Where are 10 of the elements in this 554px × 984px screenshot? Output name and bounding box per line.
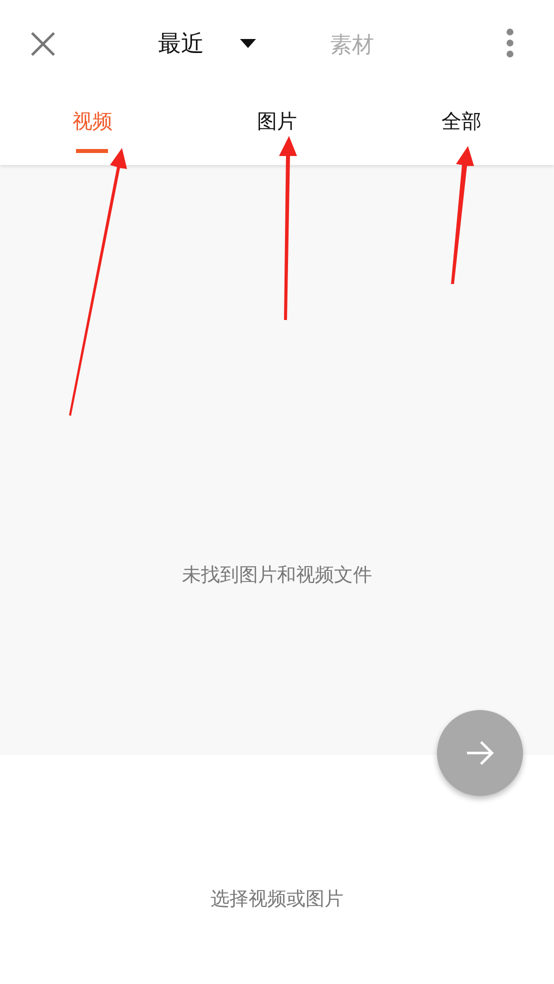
tab-indicator <box>76 149 108 153</box>
empty-message: 未找到图片和视频文件 <box>182 563 372 586</box>
arrow-right-icon <box>465 740 495 766</box>
album-title[interactable]: 最近 <box>158 28 204 59</box>
selection-hint: 选择视频或图片 <box>210 887 344 910</box>
tab[interactable]: 全部 <box>442 108 482 135</box>
tab[interactable]: 图片 <box>257 108 297 135</box>
dropdown-caret-icon[interactable] <box>240 39 256 48</box>
more-menu-icon[interactable] <box>506 28 514 58</box>
close-icon[interactable] <box>30 31 56 57</box>
